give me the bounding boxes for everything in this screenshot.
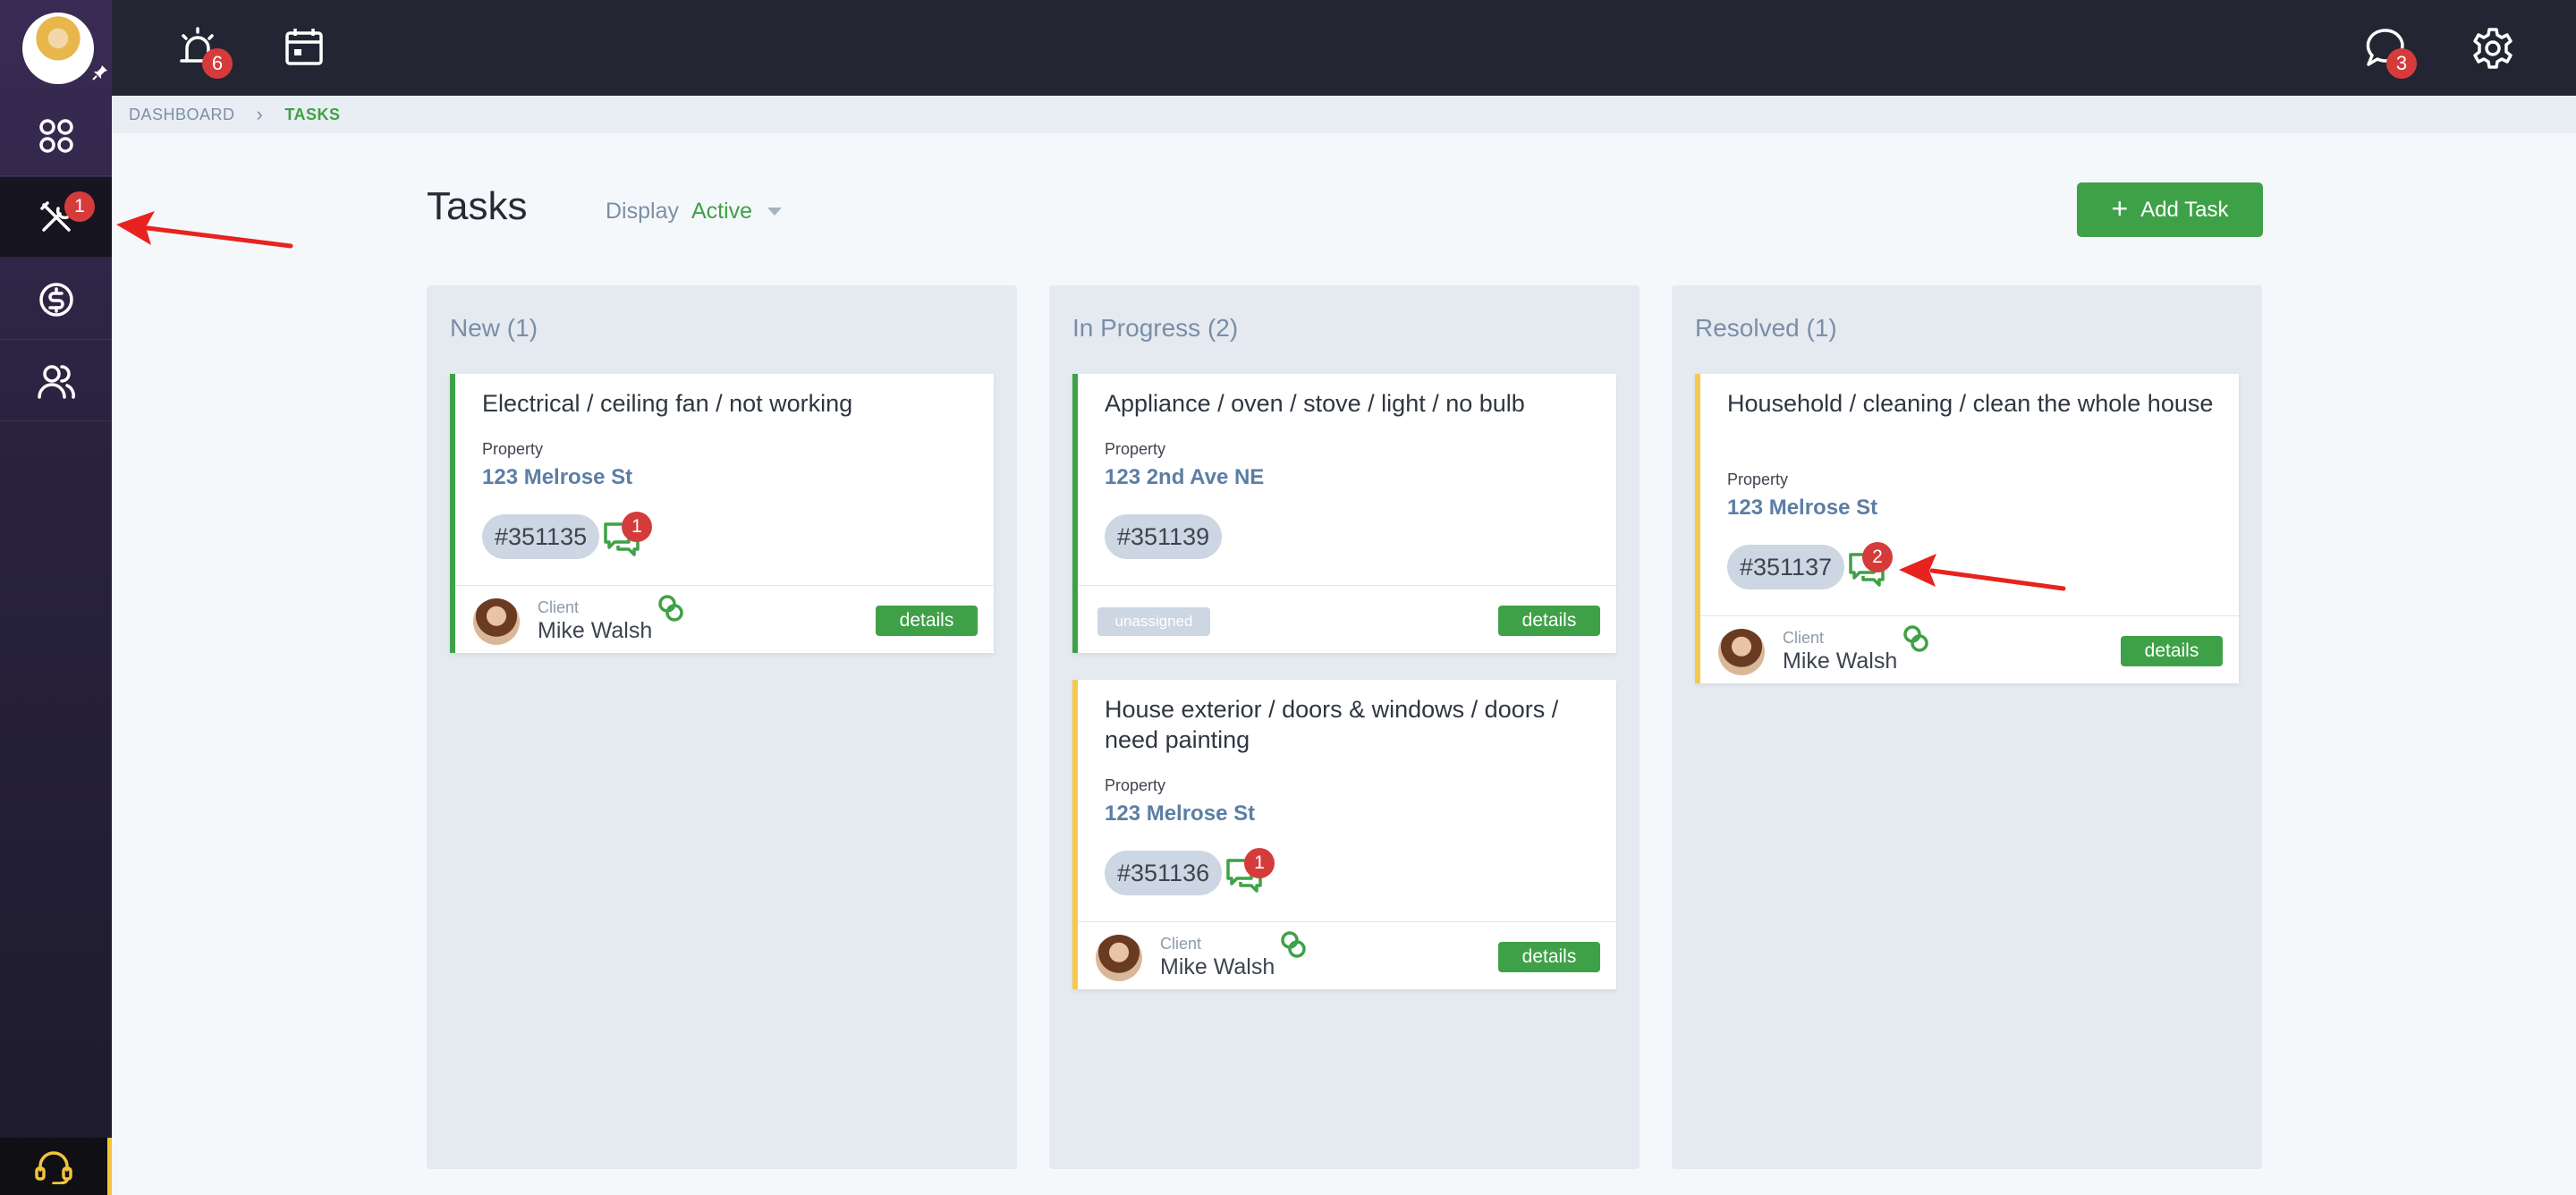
sidebar: 1: [0, 0, 112, 1195]
tasks-badge: 1: [64, 191, 95, 222]
client-name[interactable]: Mike Walsh: [1783, 648, 1897, 674]
dollar-circle-icon: [38, 282, 73, 317]
ticket-number: #351137: [1727, 545, 1845, 589]
task-card[interactable]: Household / cleaning / clean the whole h…: [1695, 374, 2239, 683]
client-label: Client: [1783, 629, 1825, 647]
annotation-arrow-left: [116, 211, 293, 249]
client-avatar: [473, 598, 520, 645]
gear-icon[interactable]: [2470, 25, 2516, 72]
users-icon: [37, 364, 75, 399]
column-new: New (1) Electrical / ceiling fan / not w…: [427, 285, 1017, 1169]
chat-badge: 3: [2386, 48, 2417, 79]
client-avatar: [1718, 629, 1765, 675]
dashboard-grid-icon: [38, 118, 73, 153]
headset-icon: [35, 1151, 72, 1184]
add-task-button[interactable]: + Add Task: [2077, 182, 2263, 237]
display-label: Display: [606, 199, 679, 224]
assignee-badge: unassigned: [1097, 607, 1210, 636]
breadcrumb-tasks: TASKS: [284, 105, 341, 123]
details-button[interactable]: details: [1498, 942, 1600, 972]
sidebar-item-users[interactable]: [0, 341, 112, 421]
messages-badge: 1: [1244, 848, 1275, 878]
support-button[interactable]: [0, 1138, 112, 1195]
details-button[interactable]: details: [1498, 606, 1600, 636]
card-footer: Client Mike Walsh details: [455, 585, 994, 653]
ticket-number: #351139: [1105, 514, 1223, 559]
card-footer: Client Mike Walsh details: [1700, 615, 2239, 683]
task-card[interactable]: Appliance / oven / stove / light / no bu…: [1072, 374, 1616, 653]
property-link[interactable]: 123 2nd Ave NE: [1105, 465, 1264, 490]
link-icon[interactable]: [1278, 929, 1309, 960]
user-avatar[interactable]: [22, 13, 94, 84]
property-link[interactable]: 123 Melrose St: [1105, 801, 1255, 826]
column-title: New (1): [450, 314, 538, 342]
ticket-number: #351135: [482, 514, 600, 559]
sidebar-item-payments[interactable]: [0, 259, 112, 340]
task-card[interactable]: Electrical / ceiling fan / not working P…: [450, 374, 994, 653]
sidebar-item-tasks[interactable]: 1: [0, 177, 112, 258]
task-title[interactable]: Household / cleaning / clean the whole h…: [1727, 388, 2228, 419]
ticket-number: #351136: [1105, 851, 1223, 895]
task-title[interactable]: House exterior / doors & windows / doors…: [1105, 694, 1606, 755]
task-card[interactable]: House exterior / doors & windows / doors…: [1072, 680, 1616, 989]
task-title[interactable]: Appliance / oven / stove / light / no bu…: [1105, 388, 1606, 419]
link-icon[interactable]: [656, 593, 686, 623]
property-link[interactable]: 123 Melrose St: [1727, 496, 1877, 521]
plus-icon: +: [2111, 192, 2129, 225]
alarm-badge: 6: [202, 48, 233, 79]
display-filter-select[interactable]: Active: [691, 199, 752, 225]
column-title: Resolved (1): [1695, 314, 1837, 342]
property-label: Property: [1105, 776, 1166, 794]
column-title: In Progress (2): [1072, 314, 1239, 342]
property-label: Property: [1727, 470, 1789, 488]
top-bar: 6 3: [112, 0, 2576, 96]
details-button[interactable]: details: [2121, 636, 2223, 666]
annotation-arrow-left: [1899, 554, 2066, 591]
client-name[interactable]: Mike Walsh: [1160, 954, 1275, 980]
details-button[interactable]: details: [876, 606, 978, 636]
messages-badge: 2: [1862, 542, 1893, 572]
column-in-progress: In Progress (2) Appliance / oven / stove…: [1049, 285, 1640, 1169]
chevron-down-icon[interactable]: [767, 208, 782, 216]
property-label: Property: [482, 440, 544, 458]
card-footer: Client Mike Walsh details: [1078, 921, 1616, 989]
breadcrumb-dashboard[interactable]: DASHBOARD: [129, 106, 235, 124]
link-icon[interactable]: [1901, 623, 1931, 654]
page-title: Tasks: [427, 184, 528, 228]
card-footer: unassigned details: [1078, 585, 1616, 653]
messages-badge: 1: [622, 512, 652, 542]
client-label: Client: [538, 598, 580, 616]
sidebar-item-dashboard[interactable]: [0, 96, 112, 176]
client-name[interactable]: Mike Walsh: [538, 618, 652, 644]
client-label: Client: [1160, 935, 1202, 953]
calendar-icon[interactable]: [282, 25, 328, 72]
property-link[interactable]: 123 Melrose St: [482, 465, 632, 490]
chevron-right-icon: ›: [256, 103, 264, 125]
column-resolved: Resolved (1) Household / cleaning / clea…: [1672, 285, 2262, 1169]
add-task-label: Add Task: [2140, 197, 2229, 222]
client-avatar: [1096, 935, 1142, 981]
property-label: Property: [1105, 440, 1166, 458]
task-title[interactable]: Electrical / ceiling fan / not working: [482, 388, 983, 419]
breadcrumb: DASHBOARD › TASKS: [112, 96, 2576, 133]
pin-icon[interactable]: [92, 64, 108, 81]
